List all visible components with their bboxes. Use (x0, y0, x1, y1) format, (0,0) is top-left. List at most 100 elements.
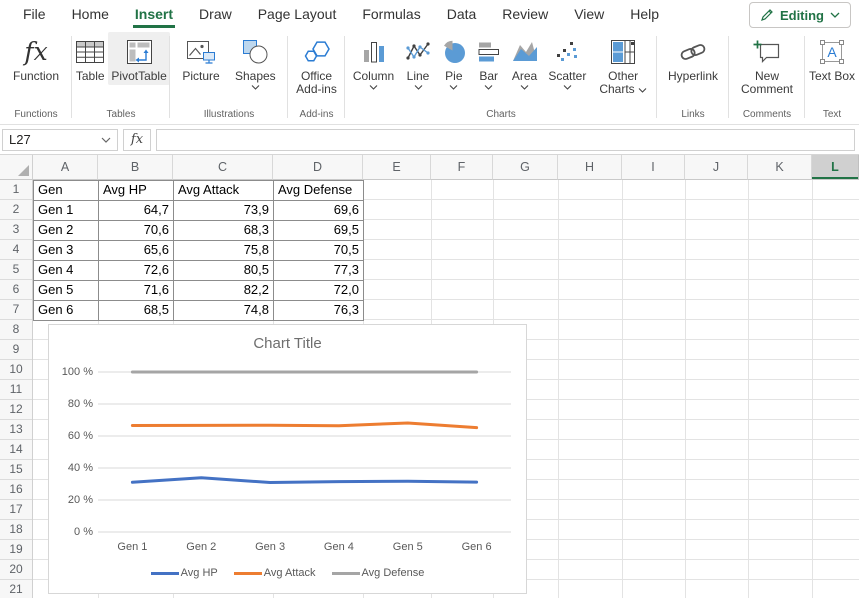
cell-B1[interactable]: Avg HP (99, 181, 174, 201)
text-box-button[interactable]: A Text Box (806, 32, 858, 85)
column-header-C[interactable]: C (173, 155, 273, 180)
office-addins-button[interactable]: Office Add-ins (288, 32, 345, 98)
row-header-21[interactable]: 21 (0, 580, 32, 598)
pivottable-button[interactable]: PivotTable (108, 32, 169, 85)
cell-A4[interactable]: Gen 3 (34, 241, 99, 261)
row-header-18[interactable]: 18 (0, 520, 32, 540)
cell-B2[interactable]: 64,7 (99, 201, 174, 221)
legend-item-avg-defense[interactable]: Avg Defense (332, 567, 425, 579)
row-header-9[interactable]: 9 (0, 340, 32, 360)
chart-series-line-avg-hp[interactable] (132, 478, 476, 483)
row-header-14[interactable]: 14 (0, 440, 32, 460)
row-header-6[interactable]: 6 (0, 280, 32, 300)
row-header-5[interactable]: 5 (0, 260, 32, 280)
tab-data[interactable]: Data (434, 0, 490, 28)
bar-chart-button[interactable]: Bar (474, 32, 504, 92)
cell-C6[interactable]: 82,2 (174, 281, 274, 301)
new-comment-button[interactable]: New Comment (734, 32, 800, 98)
cell-A7[interactable]: Gen 6 (34, 301, 99, 321)
cell-C2[interactable]: 73,9 (174, 201, 274, 221)
column-header-E[interactable]: E (363, 155, 431, 180)
tab-formulas[interactable]: Formulas (349, 0, 433, 28)
column-header-L[interactable]: L (812, 155, 859, 180)
row-header-11[interactable]: 11 (0, 380, 32, 400)
tab-file[interactable]: File (10, 0, 59, 28)
function-button[interactable]: fx Function (10, 32, 62, 85)
y-axis-tick-label[interactable]: 20 % (49, 493, 93, 507)
chart-series-line-avg-attack[interactable] (132, 423, 476, 428)
column-header-G[interactable]: G (493, 155, 558, 180)
other-charts-button[interactable]: Other Charts (594, 32, 652, 98)
column-header-F[interactable]: F (431, 155, 493, 180)
x-axis-tick-label[interactable]: Gen 4 (304, 540, 374, 554)
cell-D5[interactable]: 77,3 (274, 261, 364, 281)
row-header-1[interactable]: 1 (0, 180, 32, 200)
row-header-7[interactable]: 7 (0, 300, 32, 320)
cell-C5[interactable]: 80,5 (174, 261, 274, 281)
cell-C4[interactable]: 75,8 (174, 241, 274, 261)
row-header-20[interactable]: 20 (0, 560, 32, 580)
row-header-16[interactable]: 16 (0, 480, 32, 500)
cell-B4[interactable]: 65,6 (99, 241, 174, 261)
cell-D3[interactable]: 69,5 (274, 221, 364, 241)
row-header-4[interactable]: 4 (0, 240, 32, 260)
area-chart-button[interactable]: Area (509, 32, 541, 92)
row-header-19[interactable]: 19 (0, 540, 32, 560)
row-header-2[interactable]: 2 (0, 200, 32, 220)
cell-C7[interactable]: 74,8 (174, 301, 274, 321)
x-axis-tick-label[interactable]: Gen 3 (235, 540, 305, 554)
x-axis-tick-label[interactable]: Gen 2 (166, 540, 236, 554)
cell-A5[interactable]: Gen 4 (34, 261, 99, 281)
cell-C3[interactable]: 68,3 (174, 221, 274, 241)
column-header-B[interactable]: B (98, 155, 173, 180)
y-axis-tick-label[interactable]: 80 % (49, 397, 93, 411)
cell-B6[interactable]: 71,6 (99, 281, 174, 301)
table-button[interactable]: Table (72, 32, 108, 85)
column-header-J[interactable]: J (685, 155, 748, 180)
x-axis-tick-label[interactable]: Gen 5 (373, 540, 443, 554)
column-header-I[interactable]: I (622, 155, 685, 180)
column-chart-button[interactable]: Column (350, 32, 397, 92)
row-header-12[interactable]: 12 (0, 400, 32, 420)
y-axis-tick-label[interactable]: 0 % (49, 525, 93, 539)
name-box[interactable]: L27 (2, 129, 118, 151)
cell-D7[interactable]: 76,3 (274, 301, 364, 321)
line-chart-button[interactable]: Line (402, 32, 434, 92)
cell-D1[interactable]: Avg Defense (274, 181, 364, 201)
x-axis-tick-label[interactable]: Gen 6 (442, 540, 512, 554)
x-axis-tick-label[interactable]: Gen 1 (97, 540, 167, 554)
column-header-A[interactable]: A (33, 155, 98, 180)
shapes-button[interactable]: Shapes (232, 32, 279, 92)
tab-view[interactable]: View (561, 0, 617, 28)
y-axis-tick-label[interactable]: 100 % (49, 365, 93, 379)
cell-B5[interactable]: 72,6 (99, 261, 174, 281)
row-header-3[interactable]: 3 (0, 220, 32, 240)
row-header-10[interactable]: 10 (0, 360, 32, 380)
row-header-17[interactable]: 17 (0, 500, 32, 520)
cell-D4[interactable]: 70,5 (274, 241, 364, 261)
cell-B3[interactable]: 70,6 (99, 221, 174, 241)
tab-help[interactable]: Help (617, 0, 672, 28)
insert-function-button[interactable]: fx (123, 129, 151, 151)
select-all-corner[interactable] (0, 155, 33, 180)
editing-mode-button[interactable]: Editing (749, 2, 851, 28)
hyperlink-button[interactable]: Hyperlink (665, 32, 721, 85)
tab-insert[interactable]: Insert (122, 0, 186, 28)
row-header-15[interactable]: 15 (0, 460, 32, 480)
row-header-8[interactable]: 8 (0, 320, 32, 340)
picture-button[interactable]: Picture (179, 32, 222, 85)
cell-A3[interactable]: Gen 2 (34, 221, 99, 241)
cell-A6[interactable]: Gen 5 (34, 281, 99, 301)
cell-C1[interactable]: Avg Attack (174, 181, 274, 201)
chart-title[interactable]: Chart Title (49, 335, 526, 352)
column-header-K[interactable]: K (748, 155, 812, 180)
embedded-chart[interactable]: Chart Title 100 %80 %60 %40 %20 %0 % Gen… (48, 324, 527, 594)
legend-item-avg-hp[interactable]: Avg HP (151, 567, 218, 579)
legend-item-avg-attack[interactable]: Avg Attack (234, 567, 316, 579)
column-header-D[interactable]: D (273, 155, 363, 180)
cell-D2[interactable]: 69,6 (274, 201, 364, 221)
cell-B7[interactable]: 68,5 (99, 301, 174, 321)
cell-A1[interactable]: Gen (34, 181, 99, 201)
chart-legend[interactable]: Avg HP Avg Attack Avg Defense (49, 567, 526, 579)
cell-A2[interactable]: Gen 1 (34, 201, 99, 221)
